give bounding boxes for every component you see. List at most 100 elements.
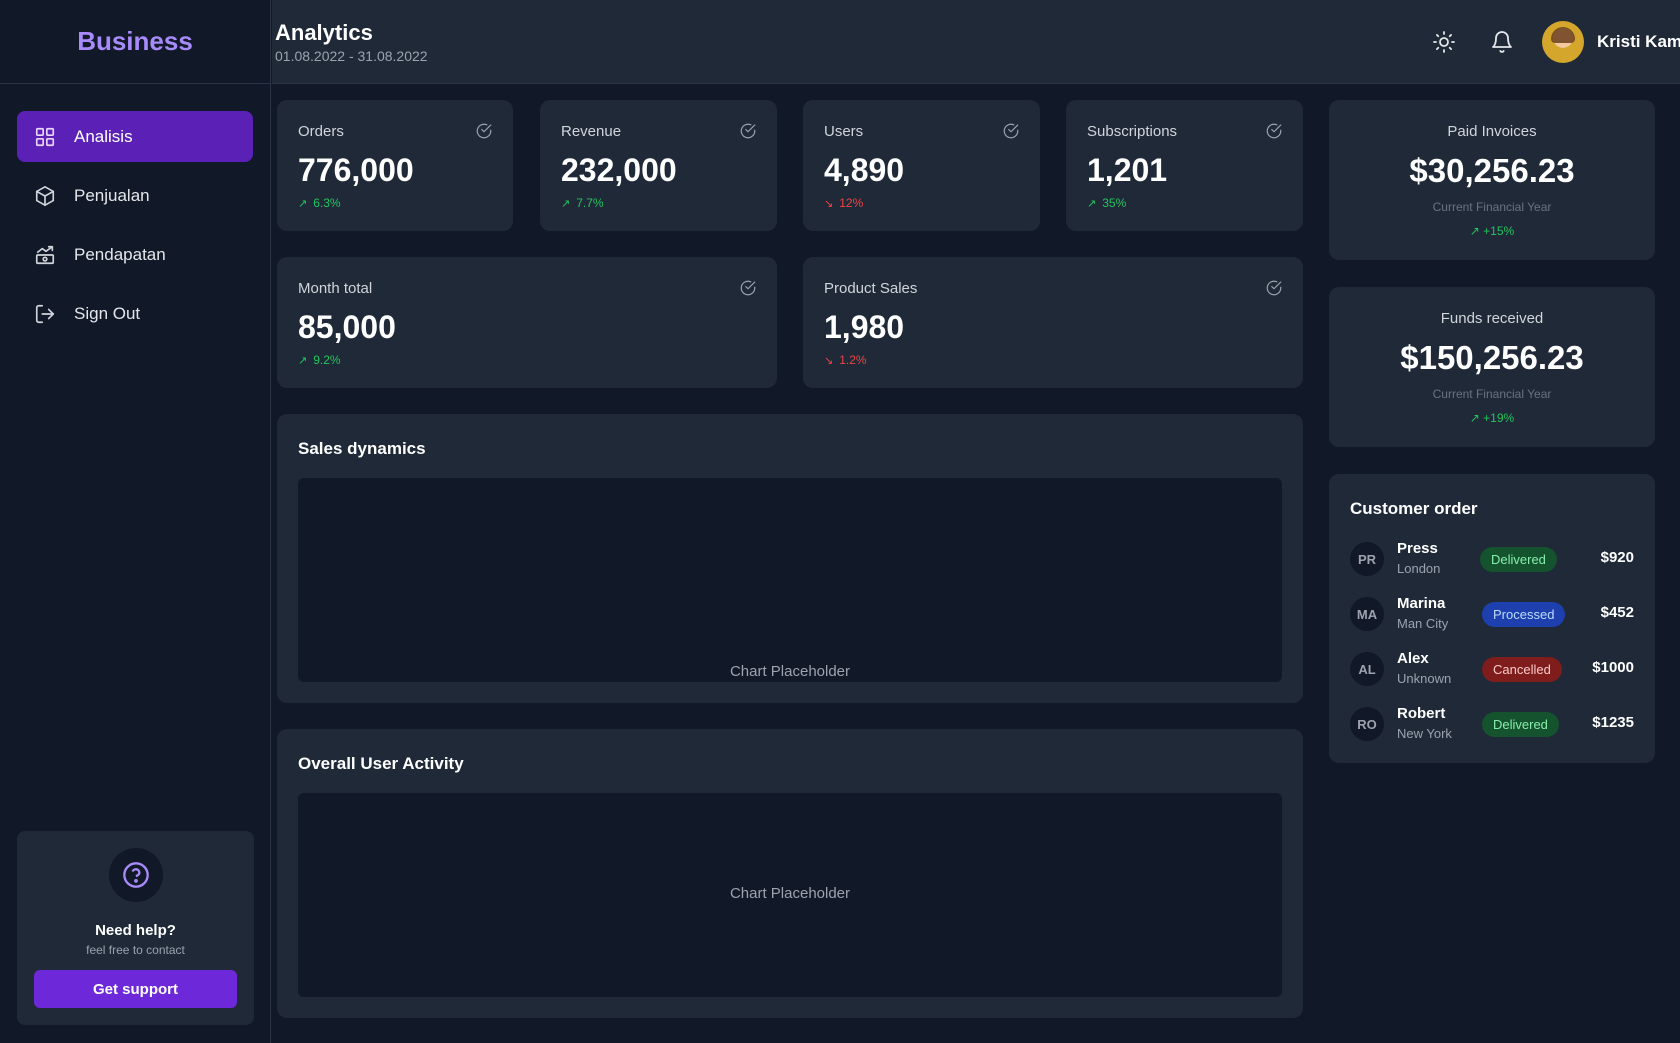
app-root: Business Analisis Penjualan Pendapatan S… (0, 0, 1680, 1043)
stat-change-value: 1.2% (839, 353, 867, 367)
list-item[interactable]: AL Alex Unknown Cancelled $1000 (1350, 650, 1634, 690)
customer-city: London (1397, 561, 1441, 576)
stat-label: Revenue (561, 123, 622, 140)
stat-change-value: 6.3% (313, 196, 341, 210)
status-badge: Delivered (1482, 712, 1559, 737)
stat-change: ↗ 7.7% (561, 196, 604, 210)
customer-name: Marina (1397, 595, 1446, 612)
avatar: RO (1350, 707, 1384, 741)
sign-out-icon (34, 303, 56, 325)
stat-value: 232,000 (561, 152, 677, 188)
list-item[interactable]: MA Marina Man City Processed $452 (1350, 595, 1634, 635)
order-amount: $920 (1600, 549, 1634, 566)
arrow-up-right-icon: ↗ (298, 354, 308, 367)
stat-change-value: 12% (839, 196, 864, 210)
fin-change: ↗ +15% (1329, 224, 1655, 238)
check-circle-icon[interactable] (739, 279, 757, 297)
user-activity-panel: Overall User Activity Chart Placeholder (277, 729, 1303, 1018)
check-circle-icon[interactable] (1265, 279, 1283, 297)
stat-value: 776,000 (298, 152, 414, 188)
stat-value: 4,890 (824, 152, 905, 188)
panel-title: Customer order (1350, 499, 1478, 518)
stat-label: Subscriptions (1087, 123, 1178, 140)
check-circle-icon[interactable] (475, 122, 493, 140)
check-circle-icon[interactable] (739, 122, 757, 140)
brand-logo[interactable]: Business (0, 0, 270, 84)
stat-value: 1,980 (824, 309, 905, 345)
activity-chart-area[interactable]: Chart Placeholder (298, 793, 1282, 997)
fin-label: Paid Invoices (1447, 123, 1537, 140)
order-amount: $1235 (1592, 714, 1634, 731)
order-amount: $452 (1600, 604, 1634, 621)
stat-label: Users (824, 123, 864, 140)
customer-city: Man City (1397, 616, 1449, 631)
paid-invoices-card: Paid Invoices $30,256.23 Current Financi… (1329, 100, 1655, 260)
sun-icon[interactable] (1432, 30, 1456, 54)
arrow-up-right-icon: ↗ (1087, 197, 1097, 210)
sidebar-item-label: Sign Out (74, 303, 141, 323)
fin-subtitle: Current Financial Year (1432, 200, 1552, 214)
help-title: Need help? (95, 922, 176, 939)
arrow-up-right-icon: ↗ (298, 197, 308, 210)
stat-change: ↗ 6.3% (298, 196, 341, 210)
fin-value: $150,256.23 (1400, 339, 1584, 376)
avatar: MA (1350, 597, 1384, 631)
arrow-up-right-icon: ↗ (1469, 224, 1484, 238)
funds-received-card: Funds received $150,256.23 Current Finan… (1329, 287, 1655, 447)
status-badge: Cancelled (1482, 657, 1562, 682)
sidebar-item-penjualan[interactable]: Penjualan (17, 170, 253, 221)
help-card: Need help? feel free to contact Get supp… (17, 831, 254, 1025)
fin-change-value: +19% (1483, 411, 1515, 425)
arrow-up-right-icon: ↗ (561, 197, 571, 210)
bell-icon[interactable] (1490, 30, 1514, 54)
order-amount: $1000 (1592, 659, 1634, 676)
stat-value: 1,201 (1087, 152, 1168, 188)
avatar[interactable] (1542, 21, 1584, 63)
customer-order-card: Customer order PR Press London Delivered… (1329, 474, 1655, 763)
stat-change-value: 7.7% (576, 196, 604, 210)
stat-change: ↗ 9.2% (298, 353, 341, 367)
grid-icon (34, 126, 56, 148)
fin-subtitle: Current Financial Year (1432, 387, 1552, 401)
sidebar: Business Analisis Penjualan Pendapatan S… (0, 0, 271, 1043)
sales-chart-area[interactable]: Chart Placeholder (298, 478, 1282, 682)
panel-title: Sales dynamics (298, 439, 426, 458)
customer-name: Press (1397, 540, 1438, 557)
help-subtitle: feel free to contact (86, 943, 185, 957)
fin-value: $30,256.23 (1409, 152, 1575, 189)
box-icon (34, 185, 56, 207)
stat-change: ↗ 35% (1087, 196, 1126, 210)
panel-title: Overall User Activity (298, 754, 464, 773)
page-title: Analytics (275, 20, 373, 45)
customer-city: Unknown (1397, 671, 1452, 686)
fin-change: ↗ +19% (1329, 411, 1655, 425)
stat-change-value: 35% (1102, 196, 1127, 210)
fin-change-value: +15% (1483, 224, 1515, 238)
date-range[interactable]: 01.08.2022 - 31.08.2022 (275, 48, 428, 64)
chart-placeholder-label: Chart Placeholder (729, 885, 851, 902)
user-name[interactable]: Kristi Kamylova (1597, 32, 1680, 52)
check-circle-icon[interactable] (1265, 122, 1283, 140)
arrow-up-right-icon: ↗ (1469, 411, 1484, 425)
sidebar-item-pendapatan[interactable]: Pendapatan (17, 229, 253, 280)
stat-change: ↘ 1.2% (824, 353, 867, 367)
stat-card-revenue: Revenue 232,000 ↗ 7.7% (540, 100, 777, 231)
stat-change-value: 9.2% (313, 353, 341, 367)
sales-dynamics-panel: Sales dynamics Chart Placeholder (277, 414, 1303, 703)
check-circle-icon[interactable] (1002, 122, 1020, 140)
sidebar-item-label: Pendapatan (74, 244, 166, 264)
sidebar-item-analisis[interactable]: Analisis (17, 111, 253, 162)
sidebar-item-sign-out[interactable]: Sign Out (17, 288, 253, 339)
income-icon (34, 244, 56, 266)
stat-change: ↘ 12% (824, 196, 863, 210)
list-item[interactable]: PR Press London Delivered $920 (1350, 540, 1634, 580)
top-header: Analytics 01.08.2022 - 31.08.2022 Kristi… (272, 0, 1680, 84)
fin-label: Funds received (1440, 310, 1544, 327)
sidebar-item-label: Penjualan (74, 185, 150, 205)
chart-placeholder-label: Chart Placeholder (729, 663, 851, 680)
stat-card-orders: Orders 776,000 ↗ 6.3% (277, 100, 513, 231)
get-support-button[interactable]: Get support (34, 970, 237, 1008)
avatar: PR (1350, 542, 1384, 576)
list-item[interactable]: RO Robert New York Delivered $1235 (1350, 705, 1634, 745)
sidebar-nav: Analisis Penjualan Pendapatan Sign Out (0, 84, 270, 374)
